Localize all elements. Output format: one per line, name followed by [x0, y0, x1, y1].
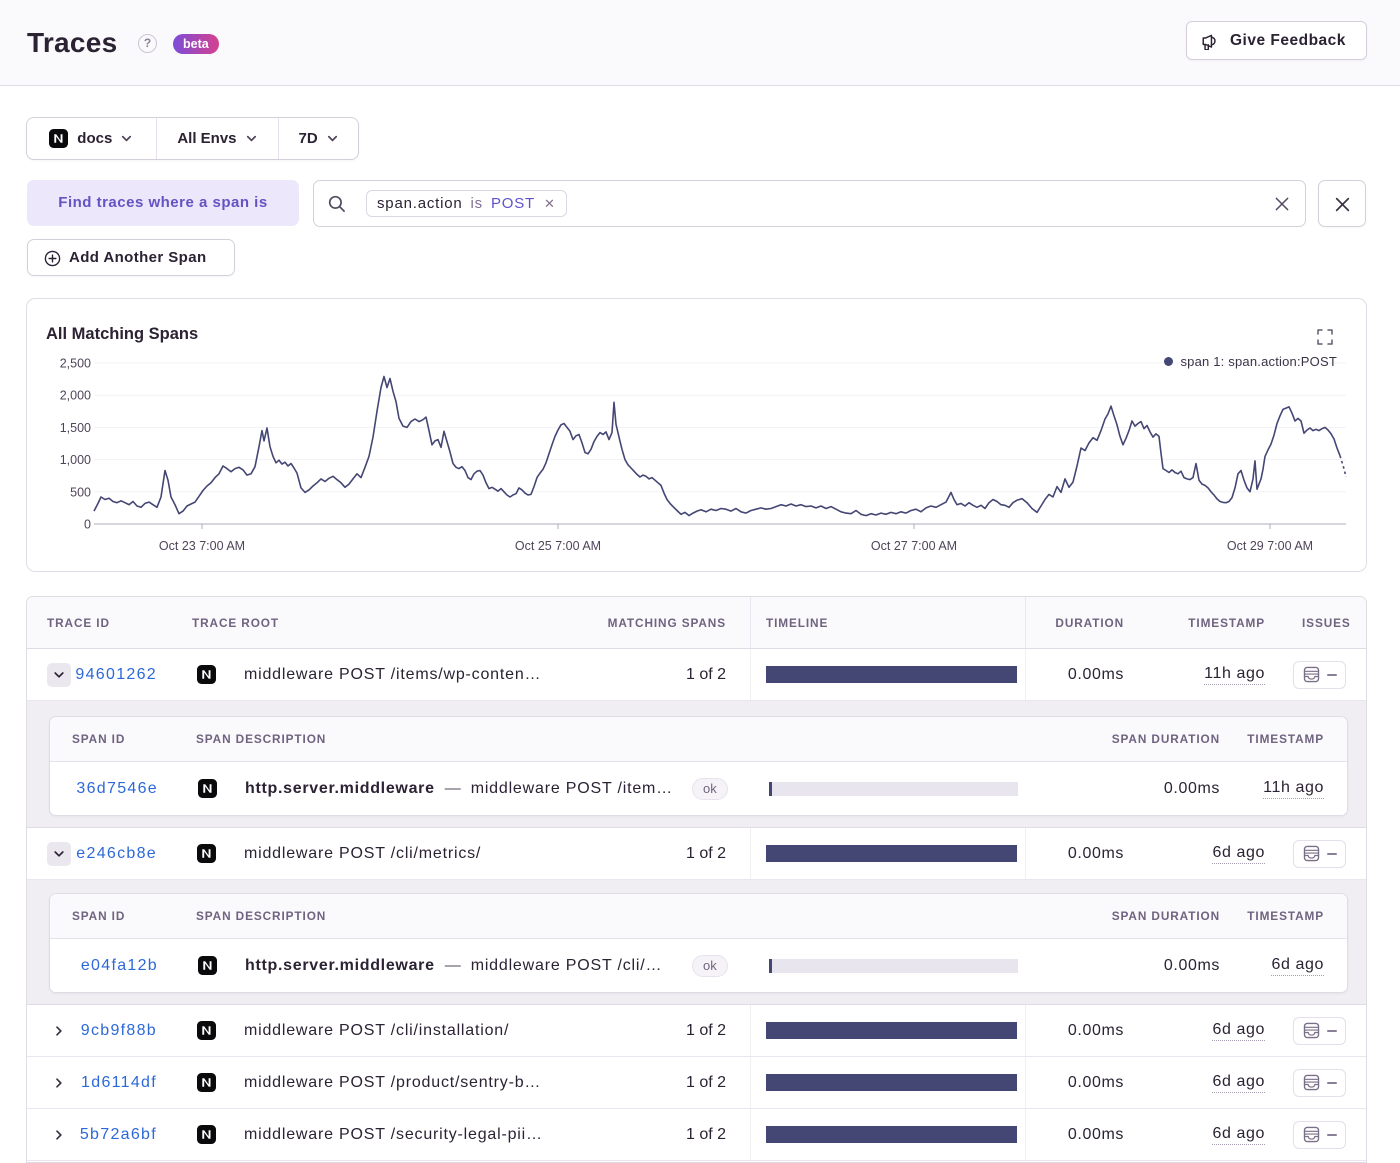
- svg-text:Oct 23 7:00 AM: Oct 23 7:00 AM: [159, 539, 245, 553]
- svg-text:1,500: 1,500: [60, 421, 91, 435]
- svg-text:Oct 27 7:00 AM: Oct 27 7:00 AM: [871, 539, 957, 553]
- svg-text:2,000: 2,000: [60, 389, 91, 403]
- svg-text:Oct 29 7:00 AM: Oct 29 7:00 AM: [1227, 539, 1313, 553]
- svg-text:2,500: 2,500: [60, 357, 91, 371]
- svg-text:1,000: 1,000: [60, 453, 91, 467]
- svg-text:Oct 25 7:00 AM: Oct 25 7:00 AM: [515, 539, 601, 553]
- svg-text:500: 500: [70, 485, 91, 499]
- svg-text:0: 0: [84, 518, 91, 532]
